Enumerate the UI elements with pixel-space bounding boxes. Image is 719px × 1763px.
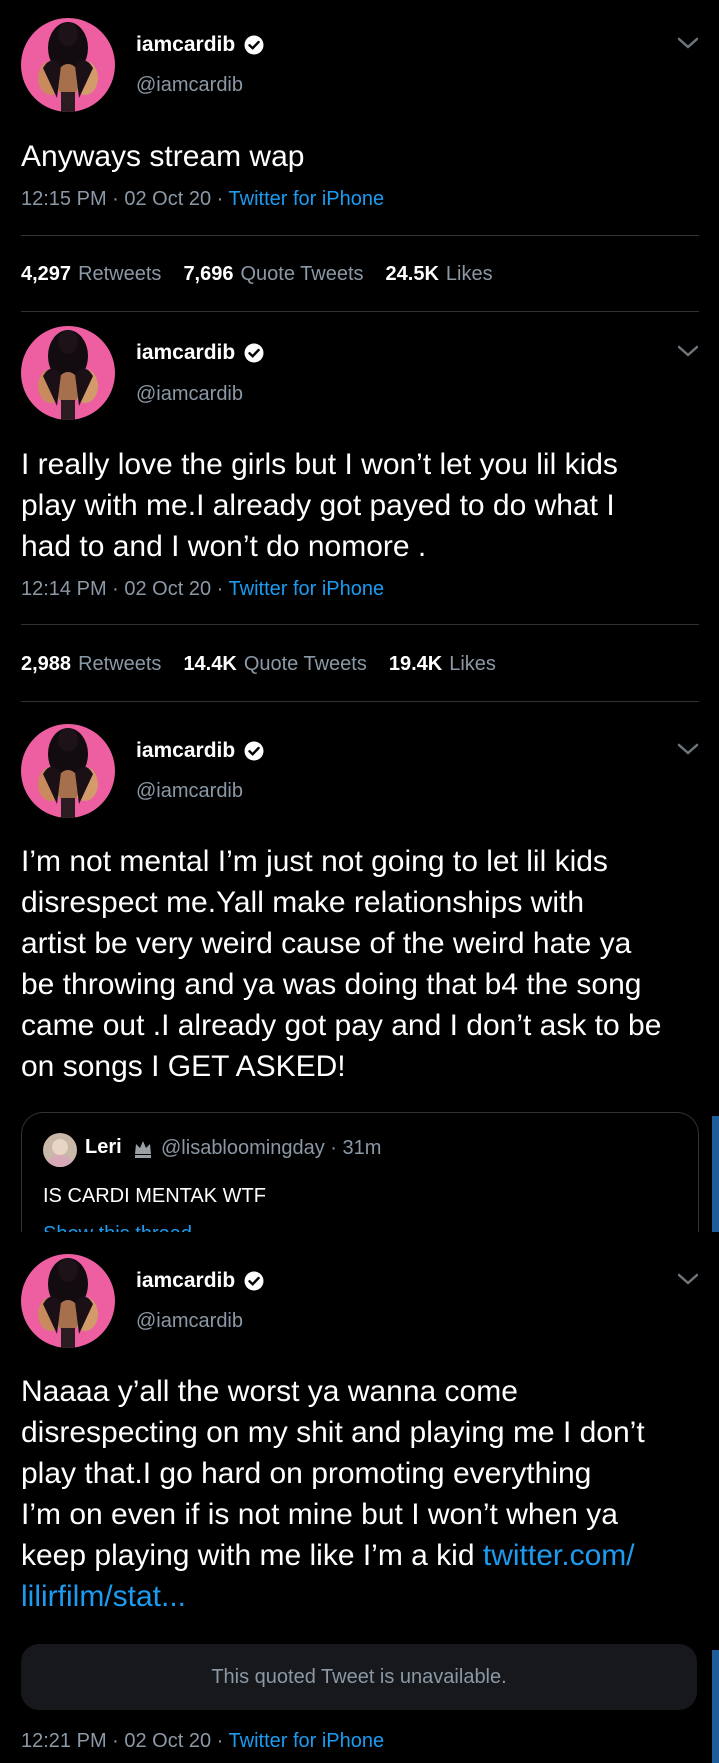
likes-stat[interactable]: 19.4K Likes [389, 653, 496, 676]
display-name[interactable]: iamcardib [136, 1269, 235, 1293]
tweet-text: Naaaa y’all the worst ya wanna come disr… [21, 1375, 645, 1613]
retweets-stat[interactable]: 4,297 Retweets [21, 263, 161, 286]
retweets-stat[interactable]: 2,988 Retweets [21, 653, 161, 676]
tweet-link[interactable]: twitter.com/ [483, 1539, 635, 1572]
tweet-2: iamcardib @iamcardib I really love the g… [0, 312, 719, 702]
scrollbar[interactable] [712, 1650, 719, 1763]
divider [21, 624, 699, 625]
tweet-link-continued[interactable]: lilirfilm/stat... [21, 1580, 186, 1613]
tweet-meta: 12:21 PM · 02 Oct 20 · Twitter for iPhon… [21, 1730, 384, 1753]
tweet-3: iamcardib @iamcardib I’m not mental I’m … [0, 702, 719, 1232]
verified-badge-icon [244, 343, 264, 363]
tweet-text: Anyways stream wap [21, 140, 305, 173]
verified-badge-icon [244, 741, 264, 761]
timestamp: 12:21 PM · 02 Oct 20 · [21, 1730, 229, 1752]
quoted-handle: @lisabloomingday · 31m [161, 1137, 382, 1159]
display-name[interactable]: iamcardib [136, 33, 235, 57]
tweet-text: I really love the girls but I won’t let … [21, 448, 618, 563]
show-thread-link[interactable]: Show this thread [43, 1223, 192, 1232]
quoted-tweet[interactable]: Leri @lisabloomingday · 31m IS CARDI MEN… [21, 1112, 699, 1232]
display-name[interactable]: iamcardib [136, 341, 235, 365]
tweet-text: I’m not mental I’m just not going to let… [21, 845, 662, 1083]
avatar[interactable] [21, 18, 115, 112]
source-link[interactable]: Twitter for iPhone [229, 188, 385, 210]
source-link[interactable]: Twitter for iPhone [229, 578, 385, 600]
avatar[interactable] [21, 326, 115, 420]
verified-badge-icon [244, 35, 264, 55]
handle[interactable]: @iamcardib [136, 383, 243, 406]
tweet-stats: 2,988 Retweets 14.4K Quote Tweets 19.4K Lik… [21, 653, 518, 676]
avatar[interactable] [21, 724, 115, 818]
handle[interactable]: @iamcardib [136, 74, 243, 97]
quoted-display-name[interactable]: Leri [85, 1136, 122, 1159]
handle[interactable]: @iamcardib [136, 780, 243, 803]
crown-icon [135, 1141, 151, 1158]
handle[interactable]: @iamcardib [136, 1310, 243, 1333]
unavailable-quoted-tweet: This quoted Tweet is unavailable. [21, 1644, 697, 1710]
quote-tweets-stat[interactable]: 14.4K Quote Tweets [183, 653, 366, 676]
display-name[interactable]: iamcardib [136, 739, 235, 763]
quote-tweets-stat[interactable]: 7,696 Quote Tweets [183, 263, 363, 286]
avatar[interactable] [21, 1254, 115, 1348]
tweet-1: iamcardib @iamcardib Anyways stream wap … [0, 0, 719, 312]
chevron-down-icon[interactable] [676, 36, 700, 50]
chevron-down-icon[interactable] [676, 1272, 700, 1286]
tweet-stats: 4,297 Retweets 7,696 Quote Tweets 24.5K Lik… [21, 263, 515, 286]
chevron-down-icon[interactable] [676, 344, 700, 358]
likes-stat[interactable]: 24.5K Likes [386, 263, 493, 286]
quoted-text: IS CARDI MENTAK WTF [43, 1185, 266, 1207]
quoted-avatar [43, 1133, 77, 1167]
timestamp: 12:14 PM · 02 Oct 20 · [21, 578, 229, 600]
tweet-meta: 12:14 PM · 02 Oct 20 · Twitter for iPhon… [21, 578, 384, 601]
verified-badge-icon [244, 1271, 264, 1291]
chevron-down-icon[interactable] [676, 742, 700, 756]
tweet-4: iamcardib @iamcardib Naaaa y’all the wor… [0, 1232, 719, 1763]
source-link[interactable]: Twitter for iPhone [229, 1730, 385, 1752]
timestamp: 12:15 PM · 02 Oct 20 · [21, 188, 229, 210]
tweet-meta: 12:15 PM · 02 Oct 20 · Twitter for iPhon… [21, 188, 384, 211]
scrollbar[interactable] [712, 1116, 719, 1232]
divider [21, 235, 699, 236]
